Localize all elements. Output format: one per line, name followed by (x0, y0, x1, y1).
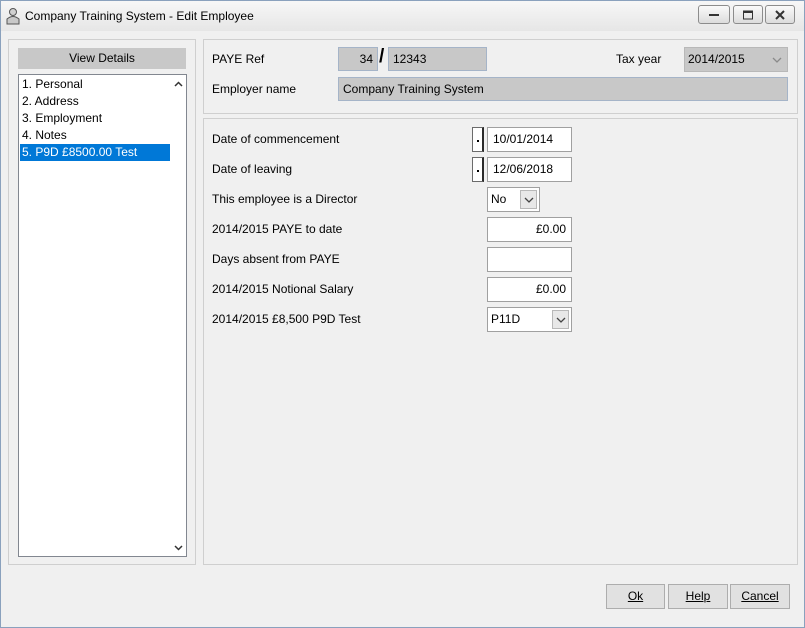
app-icon (6, 8, 20, 25)
leaving-date-field[interactable]: 12/06/2018 (487, 157, 572, 182)
director-label: This employee is a Director (212, 192, 358, 206)
ok-button[interactable]: Ok (606, 584, 665, 609)
nav-item-employment[interactable]: 3. Employment (20, 110, 170, 127)
chevron-down-icon (524, 197, 534, 203)
scroll-down-icon[interactable] (172, 541, 185, 554)
paye-to-date-label: 2014/2015 PAYE to date (212, 222, 343, 236)
tax-year-label: Tax year (616, 52, 662, 66)
cancel-button[interactable]: Cancel (730, 584, 790, 609)
chevron-down-icon (556, 317, 566, 323)
notional-salary-field[interactable]: £0.00 (487, 277, 572, 302)
nav-item-notes[interactable]: 4. Notes (20, 127, 170, 144)
employer-name-field: Company Training System (338, 77, 788, 101)
paye-ref-separator: / (379, 46, 385, 67)
help-button[interactable]: Help (668, 584, 728, 609)
paye-to-date-field[interactable]: £0.00 (487, 217, 572, 242)
p9d-test-value: P11D (491, 312, 521, 326)
edit-employee-window: Company Training System - Edit Employee … (0, 0, 805, 628)
view-details-header: View Details (18, 48, 186, 69)
maximize-button[interactable] (733, 5, 763, 24)
scroll-up-icon[interactable] (172, 78, 185, 91)
paye-ref-office-field: 34 (338, 47, 378, 71)
p9d-test-dropdown-arrow[interactable] (552, 310, 569, 329)
p9d-test-label: 2014/2015 £8,500 P9D Test (212, 312, 361, 326)
director-value: No (491, 192, 507, 206)
days-absent-label: Days absent from PAYE (212, 252, 340, 266)
commencement-date-field[interactable]: 10/01/2014 (487, 127, 572, 152)
close-button[interactable] (765, 5, 795, 24)
tax-year-value: 2014/2015 (688, 52, 745, 66)
maximize-icon (743, 10, 753, 19)
employer-name-label: Employer name (212, 82, 297, 96)
p9d-test-select[interactable]: P11D (487, 307, 572, 332)
paye-ref-number-field: 12343 (388, 47, 487, 71)
commencement-label: Date of commencement (212, 132, 340, 146)
view-details-list[interactable]: 1. Personal 2. Address 3. Employment 4. … (18, 74, 187, 557)
minimize-icon (709, 13, 719, 16)
chevron-down-icon (772, 57, 782, 63)
nav-item-address[interactable]: 2. Address (20, 93, 170, 110)
director-dropdown-arrow[interactable] (520, 190, 537, 209)
leaving-date-picker-button[interactable] (472, 157, 484, 182)
tax-year-dropdown-arrow (768, 50, 785, 69)
notional-salary-label: 2014/2015 Notional Salary (212, 282, 354, 296)
employee-details-panel: Date of commencement 10/01/2014 Date of … (203, 118, 798, 565)
leaving-label: Date of leaving (212, 162, 293, 176)
nav-item-p9d-test[interactable]: 5. P9D £8500.00 Test (20, 144, 170, 161)
window-title: Company Training System - Edit Employee (25, 9, 254, 23)
tax-year-select: 2014/2015 (684, 47, 788, 72)
minimize-button[interactable] (698, 5, 730, 24)
close-icon (775, 9, 785, 20)
commencement-date-picker-button[interactable] (472, 127, 484, 152)
director-select[interactable]: No (487, 187, 540, 212)
employer-info-panel: PAYE Ref 34 / 12343 Tax year 2014/2015 E… (203, 39, 798, 114)
nav-item-personal[interactable]: 1. Personal (20, 76, 170, 93)
days-absent-field[interactable] (487, 247, 572, 272)
paye-ref-label: PAYE Ref (212, 52, 265, 66)
view-details-panel: View Details 1. Personal 2. Address 3. E… (8, 39, 196, 565)
title-bar[interactable]: Company Training System - Edit Employee (1, 1, 804, 31)
